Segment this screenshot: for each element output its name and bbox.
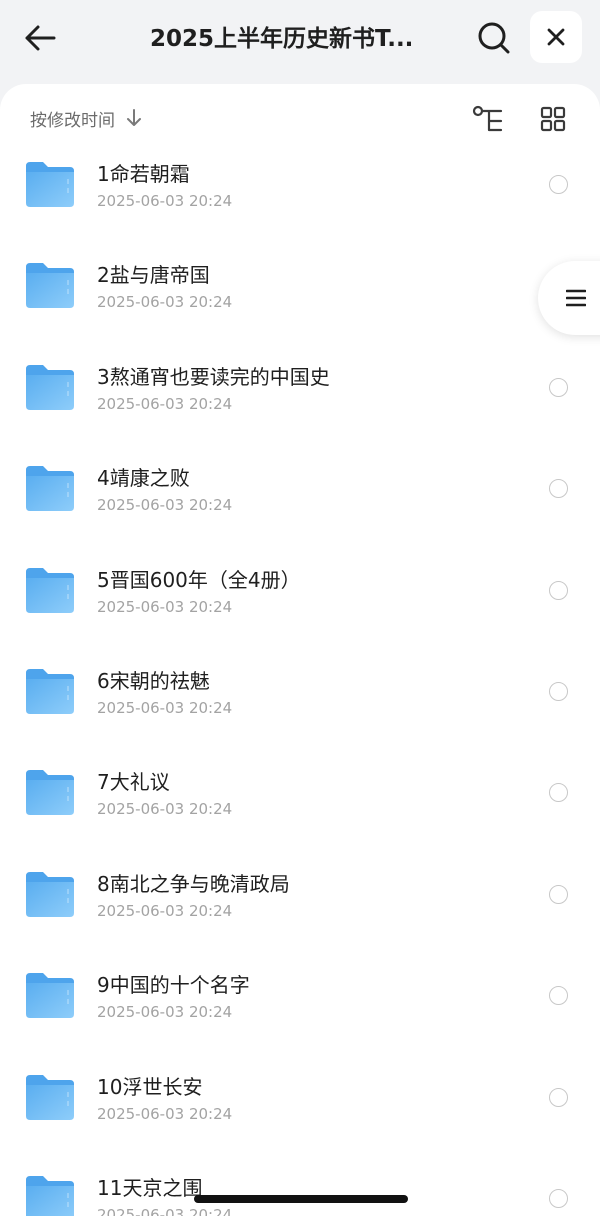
file-name: 9中国的十个名字: [97, 973, 250, 998]
list-item[interactable]: 10浮世长安 2025-06-03 20:24: [0, 1057, 600, 1158]
menu-icon: [566, 289, 586, 307]
file-name: 2盐与唐帝国: [97, 263, 210, 288]
file-date: 2025-06-03 20:24: [97, 496, 233, 515]
file-name: 3熬通宵也要读完的中国史: [97, 364, 330, 389]
screen: 2025上半年历史新书T... 按修改时间 1命若朝霜 2025-06-03 2…: [0, 0, 600, 1216]
file-list: 1命若朝霜 2025-06-03 20:24 2盐与唐帝国 2025-06-03 20…: [0, 144, 600, 1216]
close-icon: [547, 28, 565, 46]
search-icon: [478, 22, 510, 54]
list-item[interactable]: 3熬通宵也要读完的中国史 2025-06-03 20:24: [0, 347, 600, 448]
file-date: 2025-06-03 20:24: [97, 597, 233, 616]
file-date: 2025-06-03 20:24: [97, 901, 233, 920]
folder-icon: [26, 1175, 74, 1216]
header: 2025上半年历史新书T...: [0, 0, 600, 80]
folder-icon: [26, 364, 74, 410]
tree-view-icon: [472, 105, 503, 132]
list-item[interactable]: 5晋国600年（全4册） 2025-06-03 20:24: [0, 550, 600, 651]
file-name: 4靖康之败: [97, 466, 190, 491]
select-radio[interactable]: [549, 580, 568, 600]
file-name: 1命若朝霜: [97, 162, 190, 186]
folder-icon: [26, 567, 74, 613]
arrow-down-icon: [125, 108, 143, 128]
list-item[interactable]: 4靖康之败 2025-06-03 20:24: [0, 448, 600, 549]
folder-icon: [26, 770, 74, 816]
file-date: 2025-06-03 20:24: [97, 800, 233, 819]
select-radio[interactable]: [549, 175, 568, 194]
file-date: 2025-06-03 20:24: [97, 394, 233, 413]
list-item[interactable]: 9中国的十个名字 2025-06-03 20:24: [0, 955, 600, 1056]
file-date: 2025-06-03 20:24: [97, 698, 233, 717]
grid-view-button[interactable]: [536, 102, 570, 136]
file-date: 2025-06-03 20:24: [97, 192, 233, 210]
file-name: 8南北之争与晚清政局: [97, 871, 290, 896]
tree-view-button[interactable]: [470, 102, 506, 138]
page-title: 2025上半年历史新书T...: [150, 26, 414, 52]
list-item[interactable]: 1命若朝霜 2025-06-03 20:24: [0, 144, 600, 245]
grid-view-icon: [540, 106, 566, 132]
file-name: 11天京之围: [97, 1175, 203, 1200]
sort-label: 按修改时间: [30, 110, 115, 131]
folder-icon: [26, 466, 74, 512]
search-button[interactable]: [472, 16, 516, 60]
select-radio[interactable]: [549, 681, 568, 701]
file-name: 10浮世长安: [97, 1074, 203, 1099]
select-radio[interactable]: [549, 783, 568, 803]
folder-icon: [26, 668, 74, 714]
file-name: 7大礼议: [97, 770, 170, 795]
file-name: 5晋国600年（全4册）: [97, 567, 301, 592]
file-date: 2025-06-03 20:24: [97, 1003, 233, 1022]
list-item[interactable]: 8南北之争与晚清政局 2025-06-03 20:24: [0, 854, 600, 955]
list-item[interactable]: 7大礼议 2025-06-03 20:24: [0, 752, 600, 853]
folder-icon: [26, 871, 74, 917]
close-button[interactable]: [530, 11, 582, 63]
select-radio[interactable]: [549, 884, 568, 904]
list-item[interactable]: 6宋朝的祛魅 2025-06-03 20:24: [0, 651, 600, 752]
select-radio[interactable]: [549, 1188, 568, 1208]
folder-icon: [26, 162, 74, 207]
file-date: 2025-06-03 20:24: [97, 293, 233, 312]
file-name: 6宋朝的祛魅: [97, 668, 210, 693]
select-radio[interactable]: [549, 1087, 568, 1107]
home-indicator: [194, 1195, 408, 1203]
select-radio[interactable]: [549, 986, 568, 1006]
select-radio[interactable]: [549, 377, 568, 397]
file-date: 2025-06-03 20:24: [97, 1104, 233, 1123]
folder-icon: [26, 1074, 74, 1120]
list-item[interactable]: 2盐与唐帝国 2025-06-03 20:24: [0, 245, 600, 346]
back-button[interactable]: [18, 18, 62, 58]
folder-icon: [26, 263, 74, 309]
folder-icon: [26, 973, 74, 1019]
sort-selector[interactable]: 按修改时间: [30, 104, 143, 132]
select-radio[interactable]: [549, 479, 568, 499]
file-date: 2025-06-03 20:24: [97, 1205, 233, 1216]
file-list-sheet: 按修改时间 1命若朝霜 2025-06-03 20:24 2盐与唐帝国 2025-06…: [0, 84, 600, 1216]
arrow-left-icon: [25, 25, 56, 51]
list-item[interactable]: 11天京之围 2025-06-03 20:24: [0, 1158, 600, 1216]
